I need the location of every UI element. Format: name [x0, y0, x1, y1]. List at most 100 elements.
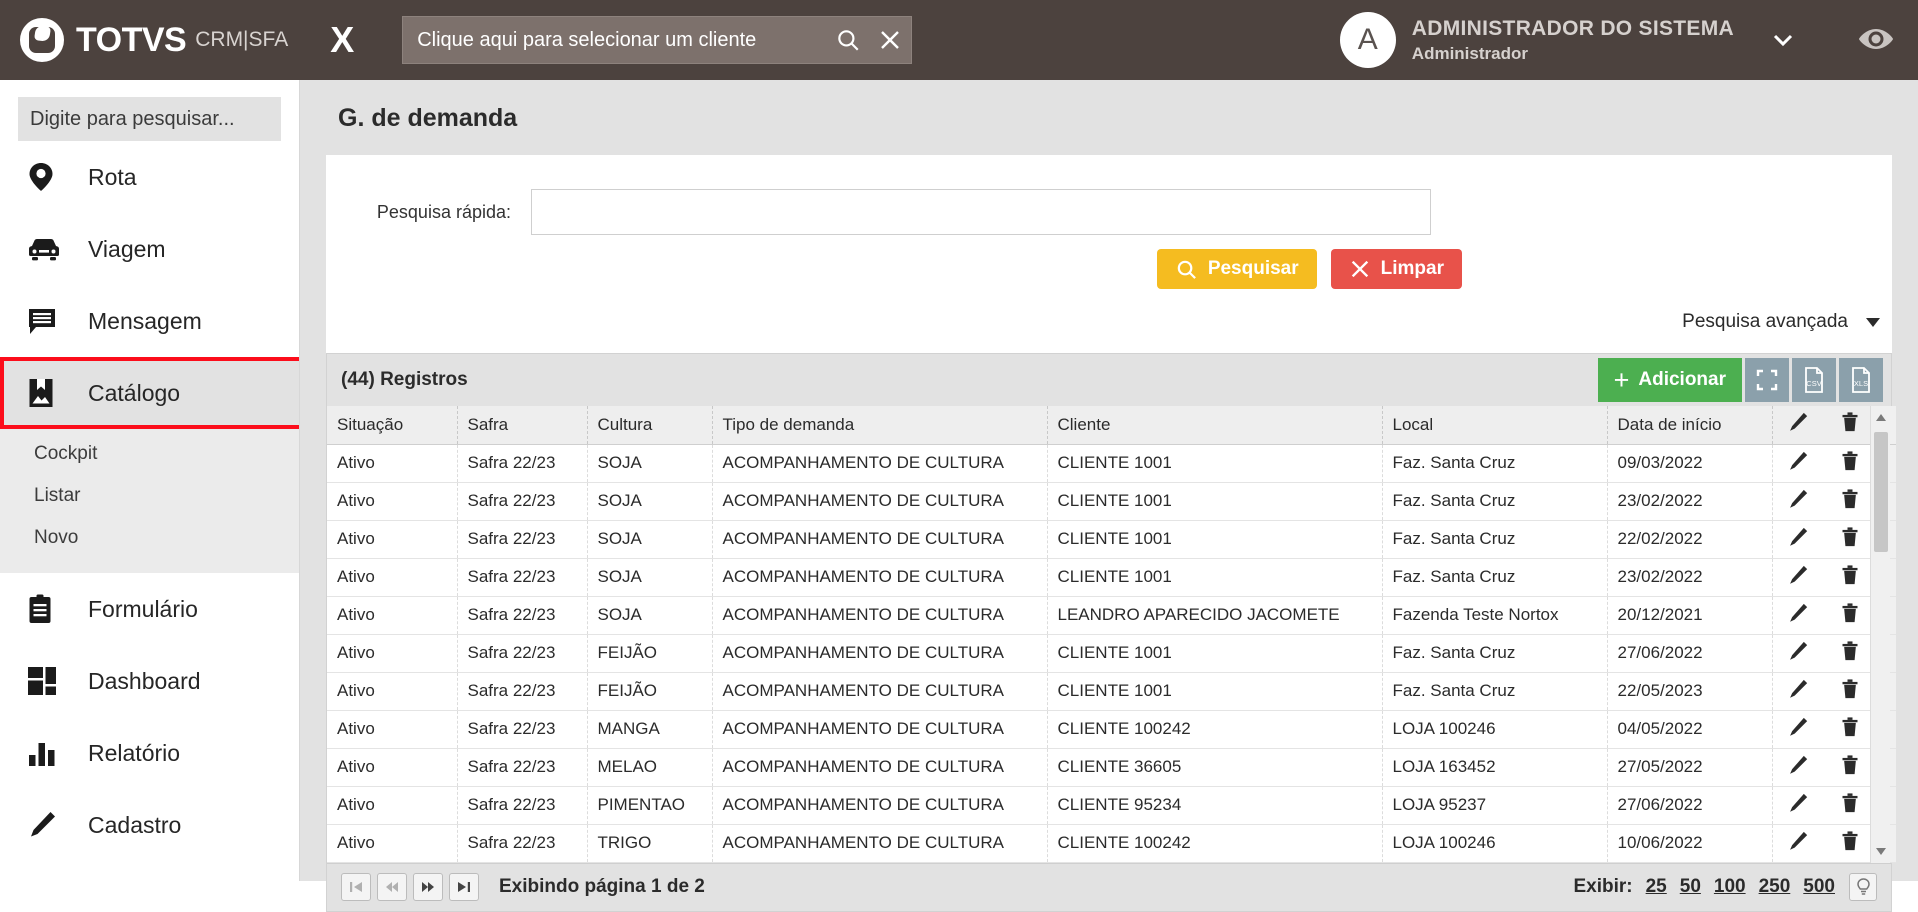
user-profile[interactable]: A ADMINISTRADOR DO SISTEMA Administrador	[1339, 0, 1798, 80]
cell-safra: Safra 22/23	[457, 444, 588, 483]
row-edit-button[interactable]	[1772, 596, 1824, 635]
table-row[interactable]: Ativo Safra 22/23 FEIJÃO ACOMPANHAMENTO …	[327, 672, 1896, 711]
page-size-500[interactable]: 500	[1803, 876, 1835, 898]
cell-cultura: TRIGO	[587, 824, 713, 863]
close-icon[interactable]: X	[330, 22, 354, 58]
lightbulb-icon[interactable]	[1849, 873, 1877, 901]
cell-data: 27/05/2022	[1607, 748, 1773, 787]
table-row[interactable]: Ativo Safra 22/23 FEIJÃO ACOMPANHAMENTO …	[327, 634, 1896, 673]
message-icon	[28, 307, 74, 335]
page-size-50[interactable]: 50	[1680, 876, 1701, 898]
xls-export-icon[interactable]: XLS	[1839, 358, 1883, 402]
prev-page-button[interactable]	[377, 873, 407, 901]
row-edit-button[interactable]	[1772, 634, 1824, 673]
sidebar-search[interactable]	[18, 97, 295, 141]
clear-button[interactable]: Limpar	[1330, 249, 1462, 289]
cell-local: Faz. Santa Cruz	[1382, 444, 1608, 483]
row-edit-button[interactable]	[1772, 558, 1824, 597]
row-edit-button[interactable]	[1772, 444, 1824, 483]
fullscreen-icon[interactable]	[1745, 358, 1789, 402]
column-header-cliente[interactable]: Cliente	[1047, 406, 1383, 445]
table-row[interactable]: Ativo Safra 22/23 SOJA ACOMPANHAMENTO DE…	[327, 482, 1896, 521]
grid-header: (44) Registros + Adicionar CSV XLS	[327, 354, 1891, 406]
cell-local: Fazenda Teste Nortox	[1382, 596, 1608, 635]
cell-situacao: Ativo	[327, 710, 458, 749]
row-edit-button[interactable]	[1772, 482, 1824, 521]
sidebar-item-cadastro[interactable]: Cadastro	[0, 789, 299, 861]
row-edit-button[interactable]	[1772, 786, 1824, 825]
column-header-local[interactable]: Local	[1382, 406, 1608, 445]
table-row[interactable]: Ativo Safra 22/23 MANGA ACOMPANHAMENTO D…	[327, 710, 1896, 749]
row-delete-button[interactable]	[1824, 482, 1876, 521]
table-row[interactable]: Ativo Safra 22/23 MELAO ACOMPANHAMENTO D…	[327, 748, 1896, 787]
sidebar-subitem-cockpit[interactable]: Cockpit	[0, 433, 299, 475]
column-header-cultura[interactable]: Cultura	[587, 406, 713, 445]
sidebar-item-relatorio[interactable]: Relatório	[0, 717, 299, 789]
clear-client-icon[interactable]	[869, 28, 911, 52]
cell-local: Faz. Santa Cruz	[1382, 558, 1608, 597]
table-row[interactable]: Ativo Safra 22/23 SOJA ACOMPANHAMENTO DE…	[327, 596, 1896, 635]
cell-cultura: MELAO	[587, 748, 713, 787]
page-size-25[interactable]: 25	[1646, 876, 1667, 898]
record-count: (44) Registros	[341, 369, 468, 390]
row-edit-button[interactable]	[1772, 824, 1824, 863]
cell-safra: Safra 22/23	[457, 558, 588, 597]
scroll-up-icon[interactable]	[1876, 414, 1886, 421]
eye-icon[interactable]	[1856, 24, 1896, 59]
add-button[interactable]: + Adicionar	[1597, 358, 1742, 402]
sidebar-item-rota[interactable]: Rota	[0, 141, 299, 213]
last-page-button[interactable]	[449, 873, 479, 901]
page-size-250[interactable]: 250	[1759, 876, 1791, 898]
row-edit-button[interactable]	[1772, 520, 1824, 559]
table-row[interactable]: Ativo Safra 22/23 SOJA ACOMPANHAMENTO DE…	[327, 520, 1896, 559]
column-header-data-inicio[interactable]: Data de início	[1607, 406, 1773, 445]
sidebar-item-viagem[interactable]: Viagem	[0, 213, 299, 285]
next-page-button[interactable]	[413, 873, 443, 901]
column-header-tipo-demanda[interactable]: Tipo de demanda	[712, 406, 1048, 445]
row-delete-button[interactable]	[1824, 634, 1876, 673]
search-icon[interactable]	[827, 27, 869, 53]
search-button[interactable]: Pesquisar	[1156, 249, 1317, 289]
csv-export-icon[interactable]: CSV	[1792, 358, 1836, 402]
trash-icon	[1841, 526, 1859, 547]
cell-tipo: ACOMPANHAMENTO DE CULTURA	[712, 748, 1048, 787]
pencil-icon	[1788, 489, 1808, 509]
sidebar-item-catalogo[interactable]: Catálogo	[0, 357, 299, 429]
row-edit-button[interactable]	[1772, 710, 1824, 749]
row-delete-button[interactable]	[1824, 748, 1876, 787]
row-edit-button[interactable]	[1772, 748, 1824, 787]
sidebar-subitem-listar[interactable]: Listar	[0, 475, 299, 517]
table-row[interactable]: Ativo Safra 22/23 SOJA ACOMPANHAMENTO DE…	[327, 444, 1896, 483]
client-selector[interactable]: Clique aqui para selecionar um cliente	[402, 16, 913, 64]
page-size-100[interactable]: 100	[1714, 876, 1746, 898]
row-delete-button[interactable]	[1824, 672, 1876, 711]
table-row[interactable]: Ativo Safra 22/23 PIMENTAO ACOMPANHAMENT…	[327, 786, 1896, 825]
quick-search-input[interactable]	[531, 189, 1431, 235]
column-header-safra[interactable]: Safra	[457, 406, 588, 445]
row-delete-button[interactable]	[1824, 444, 1876, 483]
first-page-button[interactable]	[341, 873, 371, 901]
sidebar-item-formulario[interactable]: Formulário	[0, 573, 299, 645]
advanced-search-toggle[interactable]: Pesquisa avançada	[326, 289, 1892, 353]
sidebar-item-mensagem[interactable]: Mensagem	[0, 285, 299, 357]
top-bar: TOTVS CRM|SFA X Clique aqui para selecio…	[0, 0, 1918, 80]
table-row[interactable]: Ativo Safra 22/23 TRIGO ACOMPANHAMENTO D…	[327, 824, 1896, 863]
brand-logo[interactable]: TOTVS CRM|SFA	[20, 18, 288, 62]
row-delete-button[interactable]	[1824, 710, 1876, 749]
row-edit-button[interactable]	[1772, 672, 1824, 711]
scroll-down-icon[interactable]	[1876, 847, 1886, 855]
sidebar-item-dashboard[interactable]: Dashboard	[0, 645, 299, 717]
search-input[interactable]	[30, 107, 295, 131]
scrollbar-thumb[interactable]	[1874, 432, 1888, 552]
table-scrollbar[interactable]	[1870, 406, 1890, 863]
row-delete-button[interactable]	[1824, 558, 1876, 597]
row-delete-button[interactable]	[1824, 596, 1876, 635]
row-delete-button[interactable]	[1824, 520, 1876, 559]
row-delete-button[interactable]	[1824, 824, 1876, 863]
column-header-situacao[interactable]: Situação	[327, 406, 458, 445]
row-delete-button[interactable]	[1824, 786, 1876, 825]
sidebar-subitem-novo[interactable]: Novo	[0, 517, 299, 559]
add-button-label: Adicionar	[1638, 369, 1726, 390]
chevron-down-icon[interactable]	[1768, 29, 1798, 51]
table-row[interactable]: Ativo Safra 22/23 SOJA ACOMPANHAMENTO DE…	[327, 558, 1896, 597]
